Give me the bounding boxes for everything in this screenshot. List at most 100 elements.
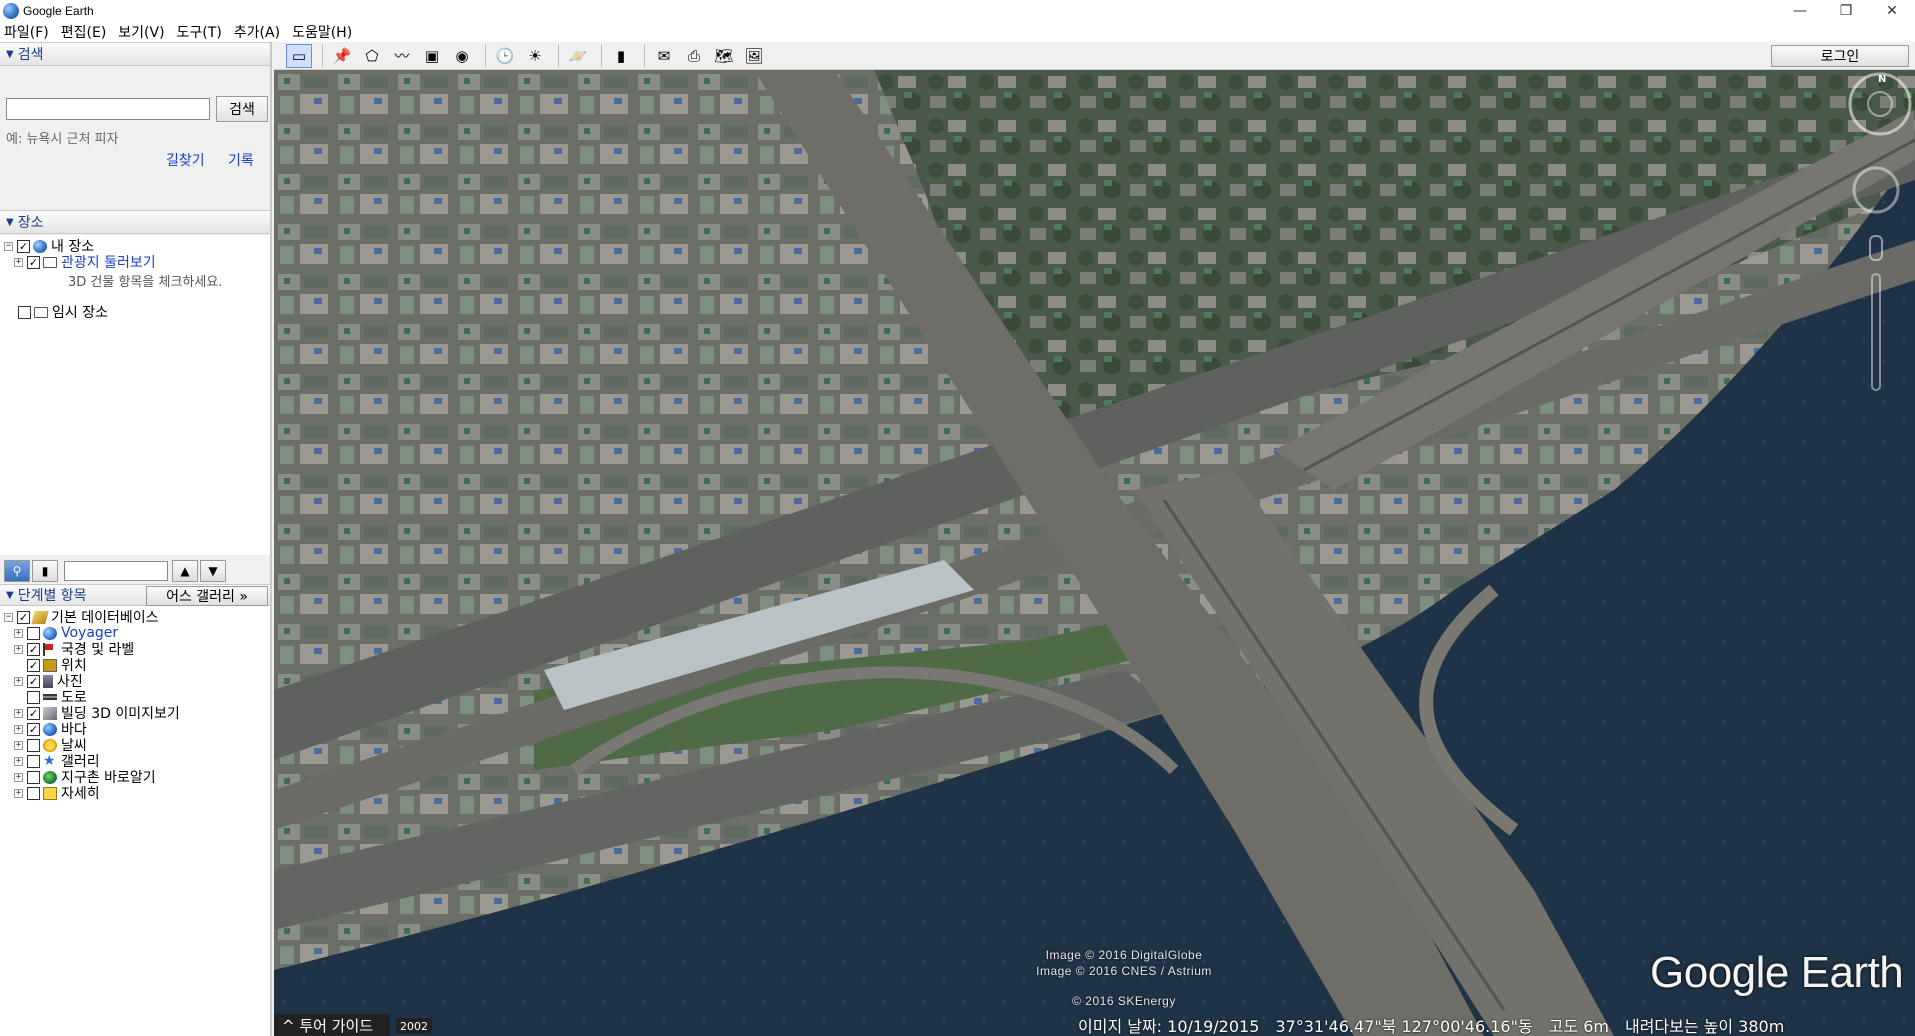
move-up-button[interactable]: ▲ — [172, 560, 198, 582]
collapse-triangle-icon: ▼ — [6, 216, 14, 228]
layer-checkbox[interactable] — [27, 770, 40, 784]
sunlight-icon[interactable]: ☀ — [522, 44, 548, 68]
search-panel-header[interactable]: ▼ 검색 — [0, 42, 270, 66]
menu-help[interactable]: 도움말(H) — [292, 22, 352, 42]
expand-expander-icon[interactable]: + — [14, 644, 23, 654]
sightseeing-note: 3D 건물 항목을 체크하세요. — [68, 275, 223, 290]
polygon-icon[interactable]: ⬠ — [359, 44, 385, 68]
save-image-icon[interactable]: 🖼 — [741, 44, 767, 68]
left-panel: ▼ 검색 검색 예: 뉴욕시 근처 피자 길찾기 기록 ▼ 장소 − ✓ 내 장… — [0, 42, 272, 1036]
toolbar-divider — [322, 44, 323, 67]
map-view[interactable]: N Image © 2016 DigitalGlobe Image © 2016… — [274, 70, 1915, 1036]
collapse-expander-icon[interactable]: − — [4, 612, 13, 622]
search-example-text: 예: 뉴욕시 근처 피자 — [6, 132, 119, 147]
menu-tools[interactable]: 도구(T) — [177, 22, 222, 42]
title-bar: Google Earth — ❐ ✕ — [0, 0, 1915, 22]
layer-checkbox[interactable] — [27, 738, 40, 752]
path-icon[interactable]: 〰 — [389, 44, 415, 68]
tree-row-sightseeing[interactable]: + ✓ 관광지 둘러보기 — [14, 253, 156, 271]
ruler-icon[interactable]: ▮ — [608, 44, 634, 68]
layer-search-toggle-button[interactable]: ⚲ — [4, 560, 30, 582]
layer-row-more[interactable]: + 자세히 — [14, 784, 100, 802]
layer-search-input[interactable] — [64, 561, 168, 581]
layer-checkbox[interactable] — [27, 690, 40, 704]
expand-expander-icon[interactable]: + — [14, 676, 23, 686]
expand-expander-icon[interactable]: + — [14, 257, 23, 267]
history-link[interactable]: 기록 — [228, 150, 254, 170]
sightseeing-link[interactable]: 관광지 둘러보기 — [61, 252, 156, 272]
layer-checkbox[interactable]: ✓ — [27, 658, 40, 672]
expand-expander-icon[interactable]: + — [14, 708, 23, 718]
google-earth-logo: Google Earth — [1650, 948, 1904, 997]
collapse-expander-icon[interactable]: − — [4, 241, 13, 251]
expand-expander-icon[interactable]: + — [14, 740, 23, 750]
search-input[interactable] — [6, 98, 210, 120]
google-earth-logo-icon — [3, 3, 19, 19]
search-header-label: 검색 — [17, 47, 44, 63]
login-button[interactable]: 로그인 — [1771, 45, 1909, 67]
global-awareness-icon — [43, 770, 57, 784]
location-icon — [43, 658, 57, 672]
toolbar-divider — [558, 44, 559, 67]
temporary-places-checkbox[interactable] — [18, 305, 31, 319]
toolbar-divider — [485, 44, 486, 67]
expand-expander-icon[interactable]: + — [14, 772, 23, 782]
print-icon[interactable]: ⎙ — [681, 44, 707, 68]
menu-edit[interactable]: 편집(E) — [61, 22, 107, 42]
layer-checkbox[interactable] — [27, 786, 40, 800]
layer-checkbox[interactable]: ✓ — [27, 642, 40, 656]
sidebar-toggle-button[interactable]: ▮ — [32, 560, 58, 582]
earth-gallery-button[interactable]: 어스 갤러리 » — [146, 586, 268, 606]
expand-expander-icon[interactable]: + — [14, 788, 23, 798]
road-icon — [43, 694, 57, 700]
photo-icon — [43, 674, 53, 688]
directions-link[interactable]: 길찾기 — [166, 150, 205, 170]
view-in-maps-icon[interactable]: 🗺 — [711, 44, 737, 68]
layer-checkbox[interactable]: ✓ — [27, 722, 40, 736]
overlay-icon[interactable]: ▣ — [419, 44, 445, 68]
restore-button[interactable]: ❐ — [1823, 0, 1869, 22]
imagery-year-badge[interactable]: 2002 — [396, 1018, 432, 1034]
expand-expander-icon[interactable]: + — [14, 628, 23, 638]
menu-view[interactable]: 보기(V) — [118, 22, 164, 42]
placemark-icon[interactable]: 📌 — [329, 44, 355, 68]
email-icon[interactable]: ✉ — [651, 44, 677, 68]
move-down-button[interactable]: ▼ — [200, 560, 226, 582]
tour-guide-button[interactable]: ^ 투어 가이드 — [274, 1014, 390, 1036]
search-button[interactable]: 검색 — [216, 96, 268, 122]
sightseeing-checkbox[interactable]: ✓ — [27, 255, 40, 269]
compass-north-label[interactable]: N — [1878, 74, 1886, 85]
weather-icon — [43, 738, 57, 752]
layer-checkbox[interactable] — [27, 626, 40, 640]
my-places-checkbox[interactable]: ✓ — [17, 239, 30, 253]
imagery-date: 이미지 날짜: 10/19/2015 — [1078, 1017, 1260, 1036]
layers-tree: − ✓ 기본 데이터베이스 + Voyager + ✓ 국경 및 라벨 ✓ 위치… — [0, 606, 270, 1036]
expand-expander-icon[interactable]: + — [14, 756, 23, 766]
tour-icon[interactable]: ◉ — [449, 44, 475, 68]
collapse-triangle-icon: ▼ — [6, 589, 14, 601]
places-tree: − ✓ 내 장소 + ✓ 관광지 둘러보기 3D 건물 항목을 체크하세요. 임… — [0, 235, 270, 555]
minimize-button[interactable]: — — [1777, 0, 1823, 22]
ocean-icon — [43, 722, 57, 736]
folder-icon — [43, 256, 57, 268]
menu-add[interactable]: 추가(A) — [234, 22, 280, 42]
toolbar-divider — [644, 44, 645, 67]
historical-imagery-icon[interactable]: 🕒 — [492, 44, 518, 68]
layer-checkbox[interactable] — [27, 754, 40, 768]
expand-expander-icon[interactable]: + — [14, 724, 23, 734]
main-toolbar: ▭ 📌 ⬠ 〰 ▣ ◉ 🕒 ☀ 🪐 ▮ ✉ ⎙ 🗺 🖼 로그인 — [274, 42, 1915, 70]
elevation: 고도 6m — [1548, 1017, 1609, 1036]
menu-bar: 파일(F) 편집(E) 보기(V) 도구(T) 추가(A) 도움말(H) — [0, 22, 1915, 42]
places-panel-header[interactable]: ▼ 장소 — [0, 210, 270, 234]
menu-file[interactable]: 파일(F) — [4, 22, 49, 42]
layer-checkbox[interactable]: ✓ — [17, 610, 30, 624]
more-icon — [43, 786, 57, 800]
voyager-icon — [43, 626, 57, 640]
planets-icon[interactable]: 🪐 — [565, 44, 591, 68]
sidebar-icon[interactable]: ▭ — [286, 43, 312, 68]
layer-checkbox[interactable]: ✓ — [27, 674, 40, 688]
close-button[interactable]: ✕ — [1869, 0, 1915, 22]
tree-row-temporary-places[interactable]: 임시 장소 — [18, 303, 108, 321]
layer-checkbox[interactable]: ✓ — [27, 706, 40, 720]
flag-icon — [43, 642, 57, 656]
